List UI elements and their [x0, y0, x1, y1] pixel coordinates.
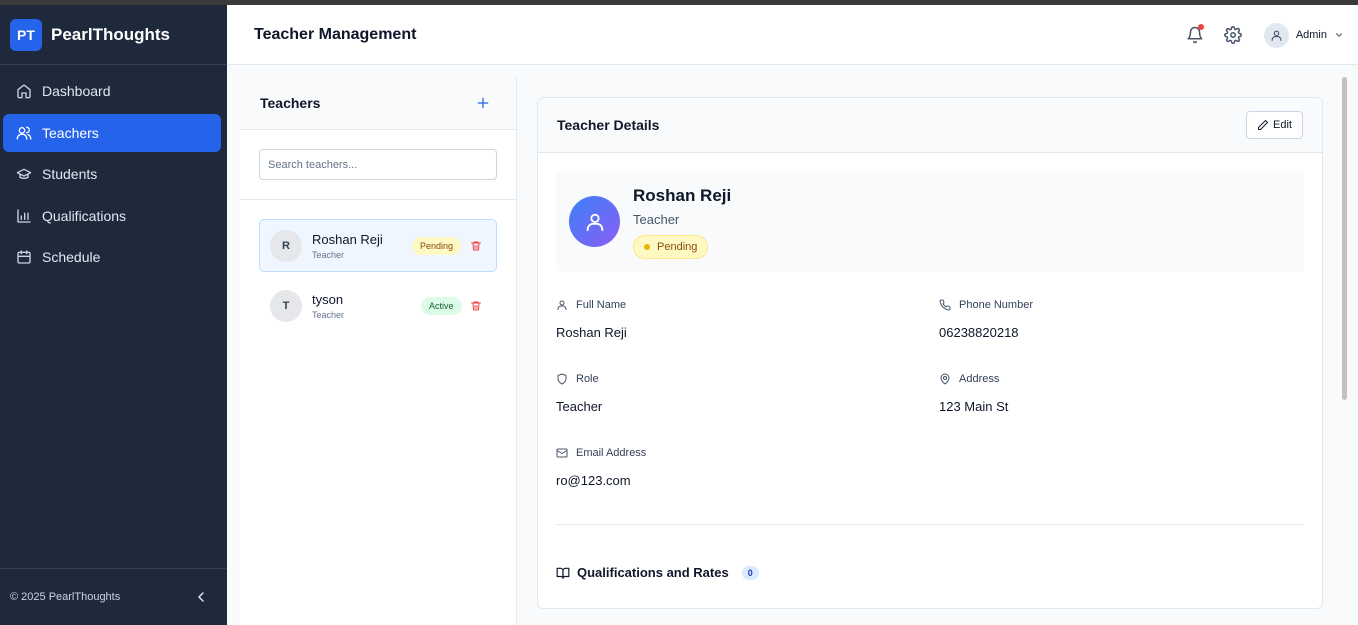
user-name: Admin [1295, 29, 1327, 41]
sidebar-item-label: Students [42, 166, 98, 182]
qualifications-title: Qualifications and Rates [577, 565, 729, 580]
mail-icon [556, 448, 568, 458]
sidebar-item-students[interactable]: Students [3, 155, 221, 193]
calendar-icon [17, 250, 31, 264]
brand-name[interactable]: PearlThoughts [51, 25, 170, 45]
search-zone [240, 130, 516, 200]
graduation-cap-icon [16, 168, 32, 179]
teacher-role: Teacher [312, 249, 345, 260]
user-icon [557, 300, 567, 310]
field-value: Teacher [556, 399, 603, 414]
teachers-list: R Roshan Reji Teacher Pending T tyson Te… [240, 200, 516, 332]
notification-dot [1197, 24, 1204, 30]
sidebar-item-schedule[interactable]: Schedule [3, 238, 221, 276]
sidebar-item-qualifications[interactable]: Qualifications [3, 197, 221, 235]
user-icon [586, 213, 603, 231]
shield-icon [557, 373, 567, 385]
brand: PT PearlThoughts [0, 5, 227, 65]
field-value: 06238820218 [939, 325, 1019, 340]
sidebar-item-label: Teachers [42, 124, 99, 141]
search-input[interactable] [259, 149, 497, 180]
teachers-panel-title: Teachers [260, 95, 321, 111]
status-badge: Pending [633, 235, 709, 259]
field-phone: Phone Number 06238820218 [939, 299, 1033, 340]
edit-label: Edit [1273, 119, 1292, 131]
sidebar-item-dashboard[interactable]: Dashboard [3, 72, 221, 110]
chevron-down-icon [1335, 33, 1343, 37]
header-actions: Admin [1186, 5, 1344, 65]
map-pin-icon [940, 373, 950, 385]
field-full-name: Full Name Roshan Reji [556, 299, 627, 340]
teacher-name: tyson [312, 291, 344, 307]
field-value: 123 Main St [939, 399, 1009, 414]
user-icon [1271, 30, 1282, 41]
pencil-icon [1258, 120, 1269, 130]
users-icon [16, 126, 32, 140]
sidebar-item-label: Dashboard [42, 83, 111, 99]
add-teacher-button[interactable] [476, 96, 490, 110]
status-badge: Active [421, 296, 462, 315]
section-divider [556, 524, 1304, 525]
profile-summary: Roshan Reji Teacher Pending [556, 171, 1304, 272]
notifications-button[interactable] [1186, 24, 1204, 44]
trash-icon[interactable] [470, 240, 482, 252]
sidebar: PT PearlThoughts Dashboard Teachers Stud… [0, 5, 227, 625]
sidebar-item-label: Qualifications [42, 207, 127, 224]
trash-icon[interactable] [470, 300, 482, 312]
home-icon [17, 84, 31, 99]
avatar: T [270, 289, 302, 322]
teachers-panel-header: Teachers [240, 77, 516, 130]
field-label: Full Name [556, 299, 627, 311]
gear-icon [1223, 26, 1242, 44]
field-label: Address [939, 373, 1008, 385]
status-text: Pending [657, 241, 698, 253]
details-title: Teacher Details [557, 117, 660, 133]
profile-name: Roshan Reji [633, 186, 732, 205]
sidebar-item-label: Schedule [42, 249, 101, 265]
profile-role: Teacher [633, 212, 680, 227]
field-address: Address 123 Main St [939, 373, 1008, 414]
chevron-left-icon[interactable] [193, 589, 209, 605]
list-item[interactable]: R Roshan Reji Teacher Pending [259, 219, 497, 272]
avatar: R [270, 229, 302, 262]
teacher-name: Roshan Reji [312, 231, 383, 247]
list-item-text: tyson Teacher [312, 292, 344, 320]
details-header: Teacher Details Edit [538, 98, 1322, 153]
field-label: Role [556, 373, 602, 385]
book-open-icon [556, 567, 570, 579]
avatar [1263, 22, 1289, 48]
teacher-details-card: Teacher Details Edit Roshan Reji Teacher… [537, 97, 1323, 609]
field-email: Email Address ro@123.com [556, 447, 646, 488]
settings-button[interactable] [1223, 26, 1242, 44]
teacher-role: Teacher [312, 309, 345, 320]
brand-logo[interactable]: PT [10, 18, 42, 51]
teachers-panel: Teachers R Roshan Reji Teacher Pending T… [240, 77, 517, 625]
sidebar-item-teachers[interactable]: Teachers [3, 113, 221, 152]
bar-chart-icon [17, 208, 31, 223]
field-value: ro@123.com [556, 473, 631, 488]
copyright-text: © 2025 PearlThoughts [10, 591, 121, 603]
list-item-text: Roshan Reji Teacher [312, 232, 383, 260]
field-label: Email Address [556, 447, 646, 459]
edit-button[interactable]: Edit [1246, 111, 1303, 139]
sidebar-footer: © 2025 PearlThoughts [0, 568, 227, 625]
phone-icon [939, 299, 951, 311]
top-header: Teacher Management Admin [227, 5, 1358, 65]
status-badge: Pending [412, 236, 462, 255]
field-label: Phone Number [939, 299, 1033, 311]
qualifications-count: 0 [741, 565, 759, 580]
user-menu[interactable]: Admin [1263, 22, 1344, 48]
scrollbar-thumb[interactable] [1342, 77, 1347, 400]
sidebar-nav: Dashboard Teachers Students Qualificatio… [0, 65, 227, 276]
avatar [569, 196, 620, 247]
field-role: Role Teacher [556, 373, 602, 414]
status-dot [644, 244, 650, 250]
list-item[interactable]: T tyson Teacher Active [259, 279, 497, 332]
qualifications-header: Qualifications and Rates 0 [556, 565, 759, 580]
field-value: Roshan Reji [556, 325, 627, 340]
page-title: Teacher Management [254, 25, 417, 43]
